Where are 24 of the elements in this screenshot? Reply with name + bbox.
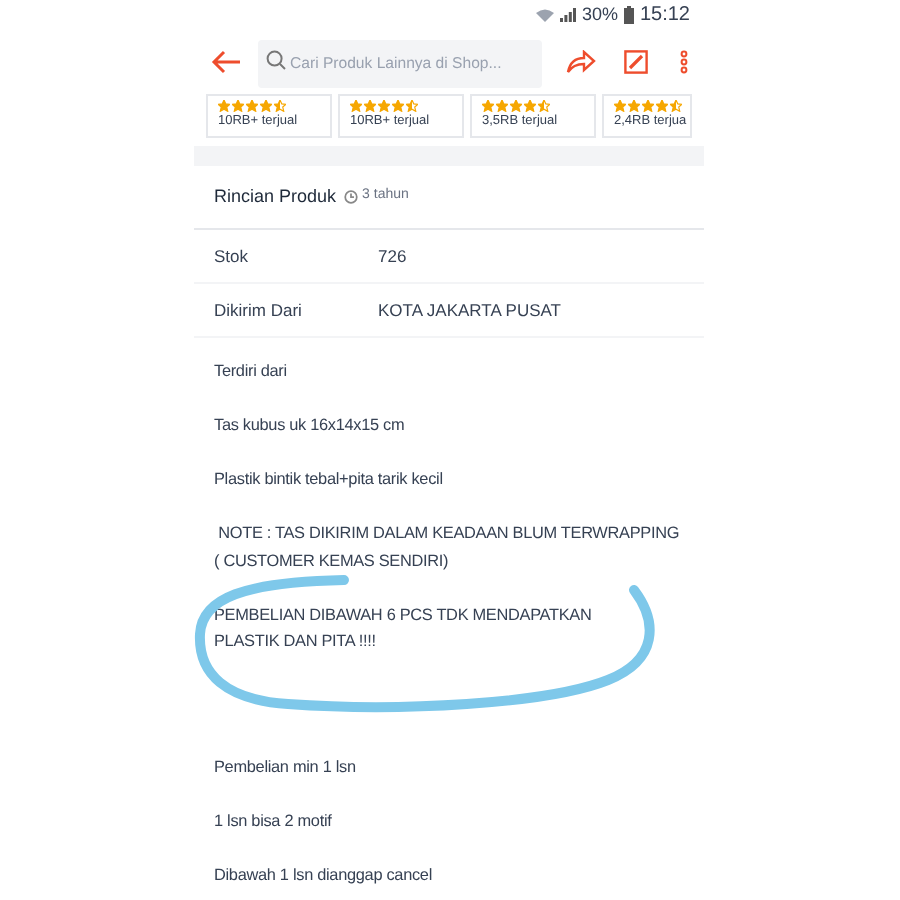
description-paragraph: Tas kubus uk 16x14x15 cm [214, 414, 407, 438]
more-icon[interactable] [680, 50, 688, 74]
search-icon [266, 50, 286, 71]
detail-value: KOTA JAKARTA PUSAT [378, 297, 561, 323]
description-paragraph: Dibawah 1 lsn dianggap cancel [214, 864, 434, 888]
battery-icon [623, 6, 634, 24]
description-paragraph: NOTE : TAS DIKIRIM DALAM KEADAAN BLUM TERWRAPPING ( CUSTOMER KEMAS SENDIRI) [214, 522, 682, 574]
edit-icon[interactable] [624, 50, 648, 74]
detail-label: Dikirim Dari [214, 297, 304, 323]
section-title: Rincian Produk [214, 183, 337, 210]
signal-icon [559, 8, 576, 22]
description-paragraph: Pembelian min 1 lsn [214, 756, 358, 780]
battery-percent: 30% [581, 1, 618, 28]
clock: 15:12 [639, 2, 690, 30]
description-paragraph: 1 lsn bisa 2 motif [214, 810, 334, 834]
detail-value: 726 [378, 243, 407, 269]
description-paragraph: PEMBELIAN DIBAWAH 6 PCS TDK MENDAPATKAN PLASTIK DAN PITA !!!! [214, 603, 594, 654]
back-arrow-icon[interactable] [210, 50, 242, 74]
detail-label: Stok [214, 243, 251, 269]
description-paragraph: Plastik bintik tebal+pita tarik kecil [214, 468, 445, 492]
share-icon[interactable] [566, 50, 596, 74]
description-paragraph: Terdiri dari [214, 360, 289, 384]
clock-icon [344, 190, 359, 204]
wifi-icon [535, 8, 554, 22]
